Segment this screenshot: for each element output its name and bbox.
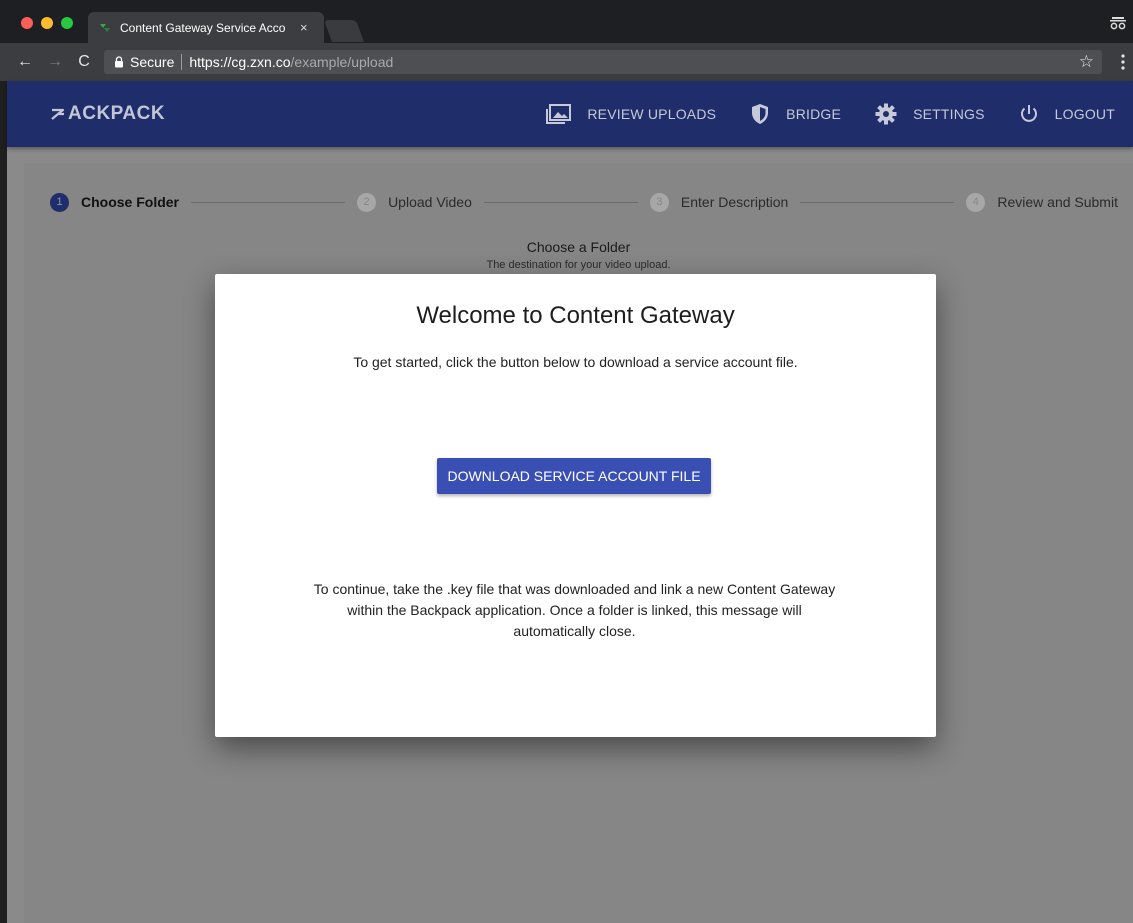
step-upload-video[interactable]: 2 Upload Video: [357, 192, 472, 212]
dialog-intro-text: To get started, click the button below t…: [353, 354, 798, 370]
address-separator: [181, 54, 183, 70]
nav-bridge[interactable]: BRIDGE: [750, 103, 841, 125]
close-window-button[interactable]: [21, 17, 33, 29]
step-connector: [483, 201, 638, 203]
nav-settings[interactable]: SETTINGS: [875, 103, 985, 125]
nav-bridge-label: BRIDGE: [786, 106, 842, 122]
secure-label: Secure: [130, 54, 175, 70]
browser-titlebar: Content Gateway Service Acco ×: [0, 0, 1133, 43]
app-header: ACKPACK REVIEW UPLOADS BRIDGE SETTINGS L…: [7, 81, 1133, 147]
step-connector: [191, 201, 346, 203]
power-icon: [1020, 105, 1037, 122]
bookmark-star-icon[interactable]: ☆: [1079, 52, 1094, 72]
logo-text: ACKPACK: [68, 103, 166, 124]
step-label: Enter Description: [680, 194, 789, 210]
address-bar[interactable]: Secure https://cg.zxn.co /example/upload…: [104, 50, 1102, 74]
step-connector: [800, 201, 955, 203]
section-title: Choose a Folder: [526, 239, 631, 255]
nav-settings-label: SETTINGS: [913, 106, 985, 122]
upload-stepper: 1 Choose Folder 2 Upload Video 3 Enter D…: [50, 191, 1118, 213]
browser-tab-content[interactable]: Content Gateway Service Acco ×: [98, 12, 322, 43]
step-number: 2: [357, 192, 377, 212]
browser-toolbar: ← → C Secure https://cg.zxn.co /example/…: [0, 43, 1133, 81]
backpack-logo[interactable]: ACKPACK: [51, 103, 165, 125]
shield-icon: [752, 104, 769, 124]
maximize-window-button[interactable]: [61, 17, 73, 29]
browser-menu-icon[interactable]: [1120, 52, 1126, 72]
minimize-window-button[interactable]: [41, 17, 53, 29]
step-number: 4: [966, 192, 986, 212]
browser-tab-title: Content Gateway Service Acco: [120, 20, 286, 35]
section-subtitle: The destination for your video upload.: [486, 259, 671, 271]
new-tab-button[interactable]: [323, 20, 365, 42]
step-label: Upload Video: [388, 194, 472, 210]
step-number: 1: [50, 192, 69, 212]
photo-library-icon: [546, 104, 572, 124]
nav-logout-label: LOGOUT: [1054, 106, 1115, 122]
reload-icon[interactable]: C: [74, 52, 94, 72]
dialog-instructions-text: To continue, take the .key file that was…: [313, 581, 836, 639]
step-choose-folder[interactable]: 1 Choose Folder: [50, 192, 180, 212]
nav-logout[interactable]: LOGOUT: [1019, 104, 1115, 124]
backpack-favicon-icon: [100, 23, 110, 32]
lock-icon: [115, 56, 123, 68]
step-label: Review and Submit: [997, 194, 1118, 210]
step-review-submit[interactable]: 4 Review and Submit: [966, 192, 1118, 212]
back-arrow-icon[interactable]: ←: [15, 52, 35, 72]
download-service-account-button[interactable]: DOWNLOAD SERVICE ACCOUNT FILE: [437, 458, 711, 494]
url-host: https://cg.zxn.co: [189, 54, 291, 70]
gear-icon: [875, 103, 897, 125]
nav-review-uploads-label: REVIEW UPLOADS: [587, 106, 717, 122]
app-nav: REVIEW UPLOADS BRIDGE SETTINGS LOGOUT: [511, 81, 1115, 147]
step-label: Choose Folder: [81, 194, 180, 210]
nav-review-uploads[interactable]: REVIEW UPLOADS: [545, 104, 716, 124]
step-number: 3: [649, 192, 669, 212]
backpack-logo-icon: [51, 108, 65, 120]
forward-arrow-icon[interactable]: →: [45, 52, 65, 72]
incognito-icon: [1110, 17, 1126, 30]
url-path: /example/upload: [290, 54, 394, 70]
step-enter-description[interactable]: 3 Enter Description: [649, 192, 789, 212]
tab-close-icon[interactable]: ×: [300, 20, 308, 35]
welcome-dialog: Welcome to Content Gateway To get starte…: [215, 274, 936, 737]
dialog-title: Welcome to Content Gateway: [416, 302, 735, 329]
